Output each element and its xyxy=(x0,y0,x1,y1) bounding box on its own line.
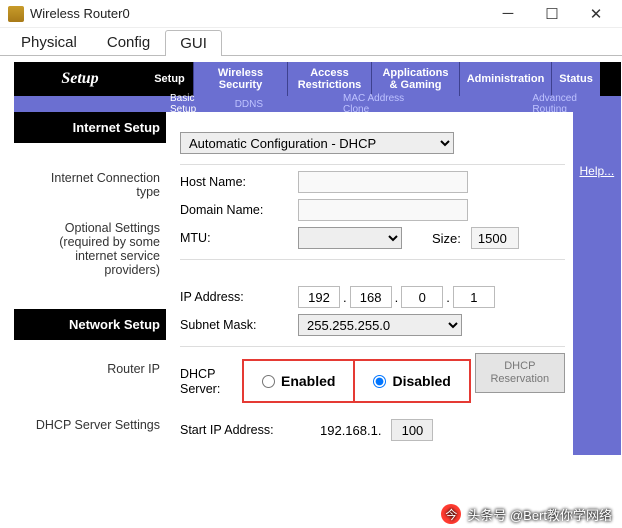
connection-type-select[interactable]: Automatic Configuration - DHCP xyxy=(180,132,454,154)
dhcp-server-label: DHCPServer: xyxy=(180,353,242,397)
divider xyxy=(180,259,565,260)
host-name-input[interactable] xyxy=(298,171,468,193)
subnet-mask-select[interactable]: 255.255.255.0 xyxy=(298,314,462,336)
nav-setup[interactable]: Setup xyxy=(146,62,194,96)
maximize-button[interactable]: ☐ xyxy=(530,0,574,28)
nav-access-restrictions[interactable]: Access Restrictions xyxy=(288,62,372,96)
nav-wireless-security[interactable]: Wireless Security xyxy=(194,62,288,96)
mtu-size-input[interactable] xyxy=(471,227,519,249)
dhcp-reservation-button[interactable]: DHCP Reservation xyxy=(475,353,565,393)
mtu-select[interactable] xyxy=(298,227,402,249)
minimize-button[interactable]: ─ xyxy=(486,0,530,28)
start-ip-prefix: 192.168.1. xyxy=(320,423,381,438)
close-button[interactable]: ✕ xyxy=(574,0,618,28)
dhcp-disabled-radio[interactable] xyxy=(373,375,386,388)
dhcp-disabled-label: Disabled xyxy=(392,373,450,389)
nav-administration[interactable]: Administration xyxy=(460,62,552,96)
ip-octet-3[interactable] xyxy=(401,286,443,308)
mode-tabs: Physical Config GUI xyxy=(0,28,622,56)
help-panel: Help... xyxy=(573,112,621,455)
subnav-ddns[interactable]: DDNS xyxy=(235,99,263,110)
internet-conn-type-label: Internet Connection type xyxy=(14,169,166,203)
mtu-label: MTU: xyxy=(180,231,298,245)
center-panel: Automatic Configuration - DHCP Host Name… xyxy=(166,112,573,455)
network-setup-head: Network Setup xyxy=(14,309,166,340)
tab-config[interactable]: Config xyxy=(92,29,165,55)
router-ip-label: Router IP xyxy=(14,360,166,380)
window-title: Wireless Router0 xyxy=(30,6,486,21)
watermark: 今 头条号 @Bert教你学网络 xyxy=(441,504,612,524)
ip-octet-4[interactable] xyxy=(453,286,495,308)
subnet-mask-label: Subnet Mask: xyxy=(180,318,298,332)
watermark-text: 头条号 @Bert教你学网络 xyxy=(467,505,612,524)
divider xyxy=(180,346,565,347)
dhcp-server-settings-label: DHCP Server Settings xyxy=(14,416,166,436)
watermark-icon: 今 xyxy=(441,504,461,524)
app-icon xyxy=(8,6,24,22)
dhcp-enabled-radio[interactable] xyxy=(262,375,275,388)
left-label-column: Internet Setup Internet Connection type … xyxy=(14,112,166,455)
start-ip-label: Start IP Address: xyxy=(180,423,320,437)
internet-setup-head: Internet Setup xyxy=(14,112,166,143)
tab-physical[interactable]: Physical xyxy=(6,29,92,55)
help-link[interactable]: Help... xyxy=(579,164,614,178)
domain-name-input[interactable] xyxy=(298,199,468,221)
start-ip-input[interactable] xyxy=(391,419,433,441)
ip-octet-1[interactable] xyxy=(298,286,340,308)
host-name-label: Host Name: xyxy=(180,175,298,189)
nav-status[interactable]: Status xyxy=(552,62,600,96)
ip-octet-2[interactable] xyxy=(350,286,392,308)
dhcp-server-radio-group: Enabled Disabled xyxy=(242,359,471,403)
setup-heading: Setup xyxy=(14,62,146,96)
router-nav: Setup Setup Wireless Security Access Res… xyxy=(14,62,621,112)
ip-address-label: IP Address: xyxy=(180,290,298,304)
window-title-bar: Wireless Router0 ─ ☐ ✕ xyxy=(0,0,622,28)
size-label: Size: xyxy=(432,231,461,246)
dhcp-enabled-label: Enabled xyxy=(281,373,335,389)
optional-settings-label: Optional Settings (required by some inte… xyxy=(14,219,166,281)
tab-gui[interactable]: GUI xyxy=(165,30,222,56)
domain-name-label: Domain Name: xyxy=(180,203,298,217)
divider xyxy=(180,164,565,165)
nav-applications-gaming[interactable]: Applications & Gaming xyxy=(372,62,460,96)
